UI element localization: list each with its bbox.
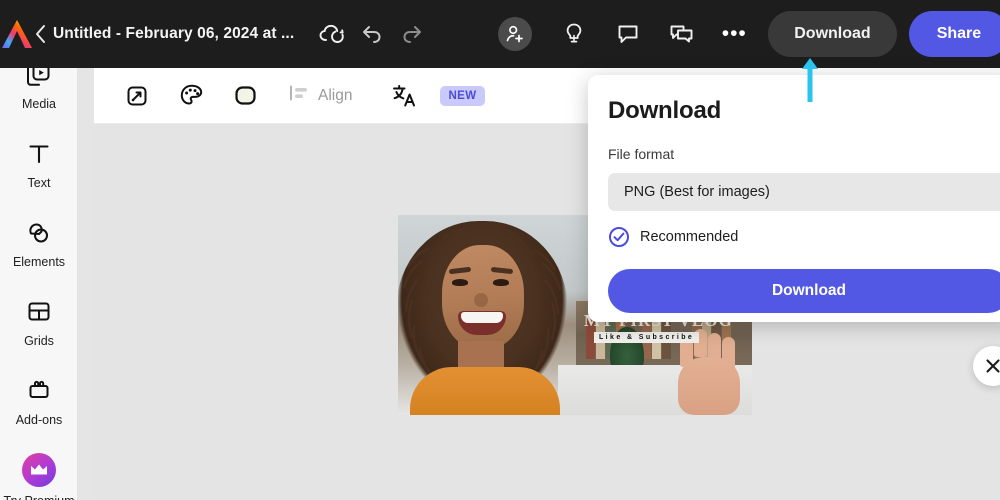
eye-left <box>452 279 468 286</box>
duplicate-comment-glyph <box>669 23 695 45</box>
invite-user-icon <box>505 24 525 44</box>
sidebar-item-media[interactable]: Media <box>0 68 78 125</box>
document-title[interactable]: Untitled - February 06, 2024 at ... <box>53 25 294 43</box>
shape-rounded-square-icon <box>233 83 258 108</box>
shirt <box>410 367 560 415</box>
resize-button[interactable] <box>116 75 158 117</box>
invite-user-button[interactable] <box>498 17 532 51</box>
file-format-label: File format <box>608 146 994 162</box>
artwork-caption: Like & Subscribe <box>594 332 699 343</box>
sidebar-items: Media Text Elements <box>0 68 78 500</box>
teeth <box>461 312 503 323</box>
nose <box>474 293 488 307</box>
color-palette-button[interactable] <box>170 75 212 117</box>
back-button[interactable] <box>34 14 47 54</box>
text-icon <box>26 139 52 169</box>
recommended-option[interactable]: Recommended <box>608 226 994 248</box>
translate-icon <box>392 84 418 108</box>
person <box>398 215 572 415</box>
share-button[interactable]: Share <box>909 11 1000 57</box>
new-badge: NEW <box>440 86 484 106</box>
file-format-select[interactable]: PNG (Best for images) <box>608 173 1000 211</box>
crown-icon <box>22 453 56 487</box>
sidebar-item-text[interactable]: Text <box>0 125 78 204</box>
sidebar-item-label: Media <box>22 97 56 111</box>
adobe-express-editor: Untitled - February 06, 2024 at ... <box>0 0 1000 500</box>
shape-button[interactable] <box>224 75 266 117</box>
adobe-express-logo[interactable] <box>0 18 34 50</box>
cloud-sync-icon[interactable] <box>312 14 352 54</box>
grids-icon <box>26 297 52 327</box>
media-icon <box>25 68 53 90</box>
elements-icon <box>25 218 53 248</box>
sidebar-item-elements[interactable]: Elements <box>0 204 78 283</box>
color-palette-icon <box>179 83 204 108</box>
undo-glyph <box>360 23 384 45</box>
undo-icon[interactable] <box>352 14 392 54</box>
top-bar: Untitled - February 06, 2024 at ... <box>0 0 1000 68</box>
download-panel: Download File format PNG (Best for image… <box>588 75 1000 322</box>
align-button[interactable]: Align <box>282 75 358 117</box>
sidebar-item-addons[interactable]: Add-ons <box>0 362 78 441</box>
translate-button[interactable] <box>384 75 426 117</box>
comment-glyph <box>616 23 640 45</box>
align-label: Align <box>318 87 352 105</box>
align-icon <box>288 83 310 108</box>
redo-icon[interactable] <box>392 14 432 54</box>
lightbulb-glyph <box>563 22 585 46</box>
download-button[interactable]: Download <box>768 11 896 57</box>
comment-icon[interactable] <box>608 14 648 54</box>
sidebar-item-try-premium[interactable]: Try Premium <box>0 441 78 500</box>
sidebar-item-label: Add-ons <box>16 413 63 427</box>
lightbulb-icon[interactable] <box>554 14 594 54</box>
cloud-sync-glyph <box>319 23 345 45</box>
more-options-icon: ••• <box>722 29 747 39</box>
panel-download-button[interactable]: Download <box>608 269 1000 313</box>
eye-right <box>493 279 509 286</box>
redo-glyph <box>400 23 424 45</box>
resize-icon <box>125 84 149 108</box>
duplicate-comment-icon[interactable] <box>662 14 702 54</box>
addons-icon <box>26 376 52 406</box>
sidebar-item-grids[interactable]: Grids <box>0 283 78 362</box>
recommended-label: Recommended <box>640 229 738 245</box>
cyan-up-arrow-icon <box>801 58 819 102</box>
sidebar-item-label: Text <box>28 176 51 190</box>
adobe-express-logo-icon <box>0 18 34 50</box>
waving-hand <box>670 331 748 415</box>
sidebar-item-label: Try Premium <box>3 494 74 500</box>
left-sidebar: Media Text Elements <box>0 68 78 500</box>
sidebar-item-label: Grids <box>24 334 54 348</box>
sidebar-item-label: Elements <box>13 255 65 269</box>
close-icon <box>984 357 1000 375</box>
chevron-left-icon <box>34 24 47 44</box>
check-circle-icon <box>608 226 630 248</box>
more-options-button[interactable]: ••• <box>714 14 754 54</box>
